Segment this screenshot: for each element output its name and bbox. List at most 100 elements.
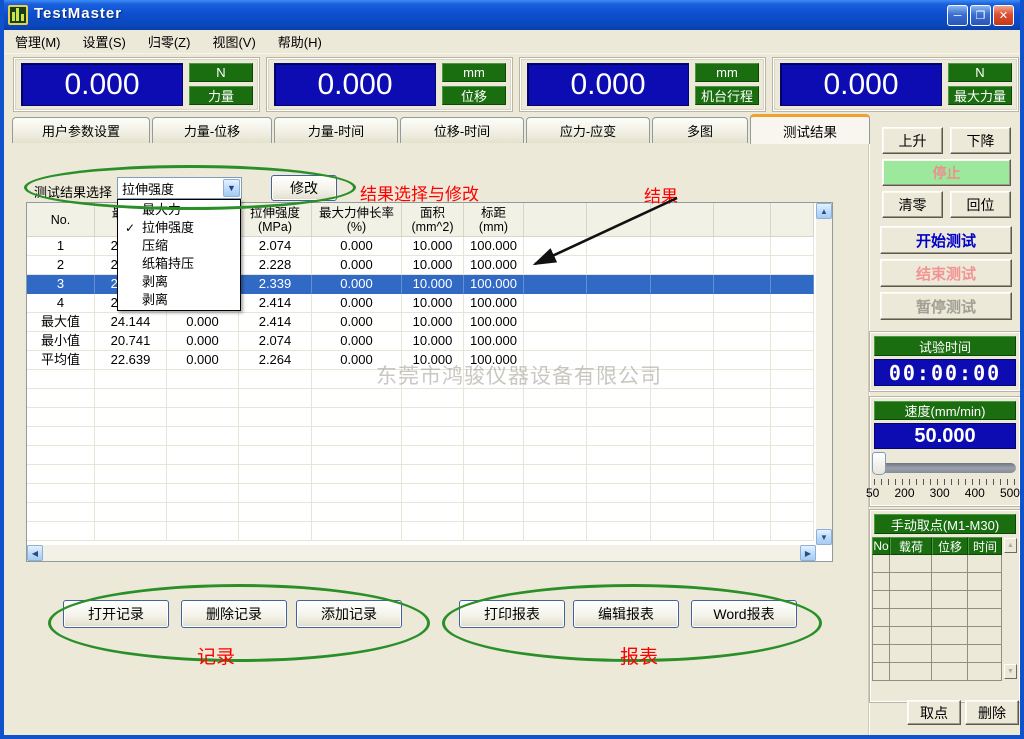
manual-cell <box>872 627 890 645</box>
column-header-4: 最大力伸长率(%) <box>312 203 402 237</box>
table-cell: 0.000 <box>167 313 239 332</box>
speed-slider-track[interactable] <box>876 463 1016 473</box>
vertical-scrollbar[interactable]: ▲ ▼ <box>816 203 832 545</box>
pause-test-button[interactable]: 暂停测试 <box>880 292 1012 320</box>
table-cell <box>312 389 402 408</box>
display-panel-3: 0.000N最大力量 <box>773 58 1018 111</box>
table-cell <box>587 446 651 465</box>
report-button-0[interactable]: 打印报表 <box>459 600 565 628</box>
up-button[interactable]: 上升 <box>882 127 943 154</box>
table-cell <box>714 256 771 275</box>
record-button-1[interactable]: 删除记录 <box>181 600 287 628</box>
stop-button[interactable]: 停止 <box>882 159 1011 186</box>
table-cell <box>27 503 95 522</box>
table-row-empty <box>27 389 814 408</box>
table-cell <box>402 389 464 408</box>
table-cell <box>771 465 814 484</box>
tab-用户参数设置[interactable]: 用户参数设置 <box>12 117 150 143</box>
speed-slider-thumb[interactable] <box>872 452 886 475</box>
dropdown-item-1[interactable]: 拉伸强度✓ <box>118 219 240 237</box>
table-cell <box>239 370 312 389</box>
modify-button[interactable]: 修改 <box>271 175 337 201</box>
dropdown-item-3[interactable]: 纸箱持压 <box>118 255 240 273</box>
manual-row <box>872 645 1002 663</box>
start-test-button[interactable]: 开始测试 <box>880 226 1012 254</box>
table-cell: 4 <box>27 294 95 313</box>
record-button-2[interactable]: 添加记录 <box>296 600 402 628</box>
table-cell <box>27 465 95 484</box>
tab-力量-时间[interactable]: 力量-时间 <box>274 117 398 143</box>
table-cell <box>402 427 464 446</box>
manual-cell <box>872 663 890 681</box>
dropdown-item-5[interactable]: 剥离 <box>118 291 240 309</box>
maximize-button[interactable]: ❐ <box>970 5 991 26</box>
app-window: TestMaster ─ ❐ ✕ 管理(M)设置(S)归零(Z)视图(V)帮助(… <box>0 0 1024 739</box>
table-cell <box>312 484 402 503</box>
down-button[interactable]: 下降 <box>950 127 1011 154</box>
close-button[interactable]: ✕ <box>993 5 1014 26</box>
tab-多图[interactable]: 多图 <box>652 117 748 143</box>
reports-annotation: 报表 <box>620 642 658 669</box>
tab-位移-时间[interactable]: 位移-时间 <box>400 117 524 143</box>
manual-points-table: No载荷位移时间 <box>872 537 1002 681</box>
scroll-right-icon[interactable]: ▶ <box>800 545 816 561</box>
table-cell <box>167 465 239 484</box>
manual-cell <box>890 609 932 627</box>
table-cell <box>524 332 587 351</box>
table-cell <box>771 351 814 370</box>
column-unit: (MPa) <box>258 220 292 234</box>
manual-scroll-up-icon[interactable]: ▲ <box>1004 538 1017 553</box>
title-bar[interactable]: TestMaster ─ ❐ ✕ <box>0 0 1024 30</box>
end-test-button[interactable]: 结束测试 <box>880 259 1012 287</box>
display-label: 力量 <box>189 86 253 105</box>
table-cell <box>464 465 524 484</box>
table-cell <box>587 408 651 427</box>
scroll-left-icon[interactable]: ◀ <box>27 545 43 561</box>
manual-scroll-down-icon[interactable]: ▼ <box>1004 664 1017 679</box>
menu-item-1[interactable]: 设置(S) <box>72 30 137 53</box>
table-row[interactable]: 最大值24.1440.0002.4140.00010.000100.000 <box>27 313 814 332</box>
menu-item-2[interactable]: 归零(Z) <box>137 30 202 53</box>
table-cell <box>587 275 651 294</box>
pick-point-button[interactable]: 取点 <box>907 700 961 725</box>
horizontal-scrollbar[interactable]: ◀ ▶ <box>27 545 816 561</box>
table-row[interactable]: 最小值20.7410.0002.0740.00010.000100.000 <box>27 332 814 351</box>
manual-cell <box>872 555 890 573</box>
menu-item-0[interactable]: 管理(M) <box>4 30 72 53</box>
menu-item-4[interactable]: 帮助(H) <box>267 30 333 53</box>
tab-力量-位移[interactable]: 力量-位移 <box>152 117 272 143</box>
dropdown-item-2[interactable]: 压缩 <box>118 237 240 255</box>
table-cell: 10.000 <box>402 332 464 351</box>
record-button-0[interactable]: 打开记录 <box>63 600 169 628</box>
table-cell <box>95 446 167 465</box>
timer-title: 试验时间 <box>874 336 1016 356</box>
table-cell <box>239 484 312 503</box>
chevron-down-icon[interactable]: ▼ <box>223 179 240 197</box>
manual-cell <box>968 609 1002 627</box>
result-selector-combobox[interactable]: 拉伸强度 ▼ <box>117 177 242 199</box>
table-row-empty <box>27 503 814 522</box>
manual-cell <box>872 609 890 627</box>
tab-应力-应变[interactable]: 应力-应变 <box>526 117 650 143</box>
manual-row <box>872 573 1002 591</box>
zero-button[interactable]: 清零 <box>882 191 943 218</box>
table-cell <box>714 351 771 370</box>
dropdown-item-0[interactable]: 最大力 <box>118 201 240 219</box>
table-cell: 2.228 <box>239 256 312 275</box>
table-cell <box>464 427 524 446</box>
scroll-down-icon[interactable]: ▼ <box>816 529 832 545</box>
scroll-up-icon[interactable]: ▲ <box>816 203 832 219</box>
home-button[interactable]: 回位 <box>950 191 1011 218</box>
menu-item-3[interactable]: 视图(V) <box>201 30 266 53</box>
table-cell <box>771 313 814 332</box>
report-button-1[interactable]: 编辑报表 <box>573 600 679 628</box>
minimize-button[interactable]: ─ <box>947 5 968 26</box>
table-cell <box>771 237 814 256</box>
tab-测试结果[interactable]: 测试结果 <box>750 114 870 144</box>
table-cell: 10.000 <box>402 275 464 294</box>
table-cell: 0.000 <box>312 256 402 275</box>
table-cell: 10.000 <box>402 294 464 313</box>
delete-point-button[interactable]: 删除 <box>965 700 1019 725</box>
report-button-2[interactable]: Word报表 <box>691 600 797 628</box>
dropdown-item-4[interactable]: 剥离 <box>118 273 240 291</box>
